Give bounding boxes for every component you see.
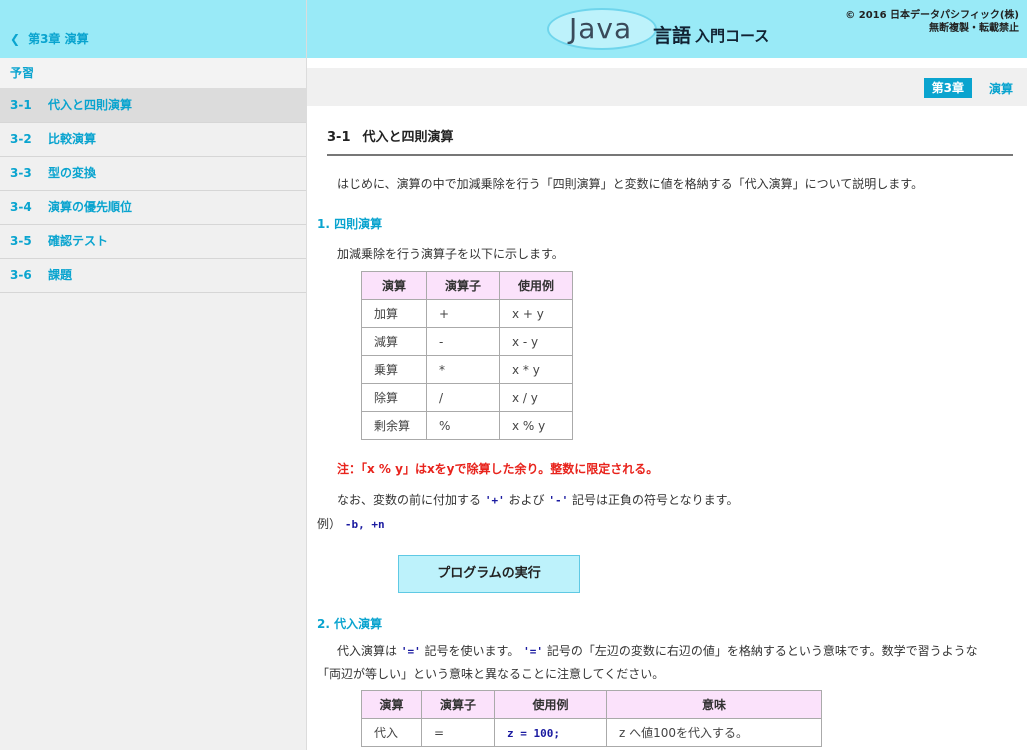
- arithmetic-operators-table: 演算 演算子 使用例 加算 + x + y 減算 - x - y 乗算 * x …: [361, 271, 573, 440]
- sign-example: 例） -b, +n: [317, 515, 385, 532]
- sign-text-mid: および: [504, 493, 549, 507]
- section1-description: 加減乗除を行う演算子を以下に示します。: [337, 247, 564, 261]
- table-cell: /: [426, 383, 500, 412]
- sidebar-item-label: 確認テスト: [48, 234, 109, 248]
- example-label: 例）: [317, 517, 342, 531]
- table-row: 剰余算 % x % y: [361, 411, 573, 440]
- table-cell: x / y: [499, 383, 573, 412]
- table-cell: x * y: [499, 355, 573, 384]
- table-cell: x % y: [499, 411, 573, 440]
- table-row: 減算 - x - y: [361, 327, 573, 356]
- desc-post: 記号の「左辺の変数に右辺の値」を格納するという意味です。数学で習うような: [543, 644, 978, 658]
- table-cell: 乗算: [361, 355, 427, 384]
- copyright-notice: © 2016 日本データパシフィック(株) 無断複製・転載禁止: [845, 9, 1019, 35]
- sidebar-item-number: 3-2: [10, 132, 32, 146]
- sidebar-item-number: 3-6: [10, 268, 32, 282]
- sidebar-item-label: 型の変換: [48, 166, 97, 180]
- code-example: z = 100;: [507, 726, 560, 740]
- remainder-note: 注：「x % y」はxをyで除算した余り。整数に限定される。: [337, 462, 659, 476]
- back-to-chapter-link[interactable]: ❮ 第3章 演算: [10, 30, 89, 47]
- sidebar: ❮ 第3章 演算 予習 3-1 代入と四則演算 3-2 比較演算 3-3 型の変換 3…: [0, 0, 307, 750]
- sidebar-item-3-1[interactable]: 3-1 代入と四則演算: [0, 89, 306, 123]
- sidebar-item-number: 3-5: [10, 234, 32, 248]
- table-cell: 代入: [361, 718, 422, 747]
- logo-course-text: 入門コース: [695, 27, 770, 45]
- sidebar-item-label: 比較演算: [48, 132, 97, 146]
- table-header-cell: 演算子: [426, 271, 500, 300]
- table-header-cell: 演算子: [421, 690, 495, 719]
- sidebar-item-3-3[interactable]: 3-3 型の変換: [0, 157, 306, 191]
- table-header-cell: 使用例: [499, 271, 573, 300]
- minus-symbol-code: '-': [548, 494, 569, 507]
- table-cell: 剰余算: [361, 411, 427, 440]
- main-content: 第3章 演算 3-1 代入と四則演算 はじめに、演算の中で加減乗除を行う「四則演算…: [307, 58, 1027, 750]
- desc-mid: 記号を使います。: [420, 644, 524, 658]
- course-logo: Java 言語 入門コース: [547, 8, 787, 50]
- table-cell: =: [421, 718, 495, 747]
- sidebar-item-number: 3-3: [10, 166, 32, 180]
- intro-paragraph: はじめに、演算の中で加減乗除を行う「四則演算」と変数に値を格納する「代入演算」に…: [337, 177, 924, 191]
- table-row: 乗算 * x * y: [361, 355, 573, 384]
- page-title-text: 代入と四則演算: [362, 130, 454, 145]
- table-cell: *: [426, 355, 500, 384]
- sign-explanation: なお、変数の前に付加する '+' および '-' 記号は正負の符号となります。: [337, 491, 738, 508]
- equals-symbol-code: '=': [523, 645, 544, 658]
- sidebar-item-3-4[interactable]: 3-4 演算の優先順位: [0, 191, 306, 225]
- table-header-cell: 演算: [361, 690, 422, 719]
- table-cell: x - y: [499, 327, 573, 356]
- sidebar-item-number: 3-4: [10, 200, 32, 214]
- sidebar-header: ❮ 第3章 演算: [0, 0, 306, 58]
- table-cell: 加算: [361, 299, 427, 328]
- chapter-name: 演算: [988, 82, 1013, 96]
- section-heading-assignment: 2. 代入演算: [317, 617, 383, 631]
- table-header-row: 演算 演算子 使用例 意味: [361, 690, 822, 719]
- sidebar-item-3-6[interactable]: 3-6 課題: [0, 259, 306, 293]
- logo-java-text: Java: [569, 12, 633, 45]
- chapter-badge: 第3章: [923, 78, 972, 98]
- table-cell: z = 100;: [494, 718, 607, 747]
- table-row: 加算 + x + y: [361, 299, 573, 328]
- copyright-line1: © 2016 日本データパシフィック(株): [845, 10, 1019, 21]
- table-header-row: 演算 演算子 使用例: [361, 271, 573, 300]
- table-row: 除算 / x / y: [361, 383, 573, 412]
- sidebar-item-label: 課題: [48, 268, 73, 282]
- site-header: Java 言語 入門コース © 2016 日本データパシフィック(株) 無断複製…: [307, 0, 1027, 58]
- table-cell: 除算: [361, 383, 427, 412]
- table-cell: +: [426, 299, 500, 328]
- sidebar-item-3-5[interactable]: 3-5 確認テスト: [0, 225, 306, 259]
- sidebar-item-3-2[interactable]: 3-2 比較演算: [0, 123, 306, 157]
- logo-gengo-text: 言語: [653, 25, 692, 47]
- chapter-bar: [307, 68, 1027, 106]
- section2-description-line2: 「両辺が等しい」という意味と異なることに注意してください。: [317, 667, 665, 681]
- table-header-cell: 使用例: [494, 690, 607, 719]
- section2-description-line1: 代入演算は '=' 記号を使います。 '=' 記号の「左辺の変数に右辺の値」を格…: [337, 642, 978, 659]
- desc-pre: 代入演算は: [337, 644, 401, 658]
- chevron-left-icon: ❮: [10, 31, 21, 46]
- run-program-button[interactable]: プログラムの実行: [398, 555, 580, 593]
- plus-symbol-code: '+': [484, 494, 505, 507]
- sign-text-post: 記号は正負の符号となります。: [568, 493, 739, 507]
- sidebar-section-preview[interactable]: 予習: [0, 58, 306, 89]
- sidebar-item-label: 代入と四則演算: [48, 98, 133, 112]
- table-cell: -: [426, 327, 500, 356]
- sign-text-pre: なお、変数の前に付加する: [337, 493, 485, 507]
- back-link-label: 第3章 演算: [28, 32, 89, 46]
- table-header-cell: 意味: [606, 690, 822, 719]
- table-header-cell: 演算: [361, 271, 427, 300]
- equals-symbol-code: '=': [400, 645, 421, 658]
- table-row: 代入 = z = 100; z へ値100を代入する。: [361, 718, 822, 747]
- table-cell: x + y: [499, 299, 573, 328]
- copyright-line2: 無断複製・転載禁止: [929, 23, 1019, 34]
- page-title-number: 3-1: [327, 130, 351, 145]
- section-heading-arithmetic: 1. 四則演算: [317, 217, 383, 231]
- sidebar-item-label: 演算の優先順位: [48, 200, 133, 214]
- table-cell: %: [426, 411, 500, 440]
- assignment-operators-table: 演算 演算子 使用例 意味 代入 = z = 100; z へ値100を代入する…: [361, 690, 822, 747]
- page-title: 3-1 代入と四則演算: [327, 126, 1013, 156]
- sidebar-item-number: 3-1: [10, 98, 32, 112]
- example-code: -b, +n: [344, 518, 385, 531]
- table-cell: 減算: [361, 327, 427, 356]
- table-cell: z へ値100を代入する。: [606, 718, 822, 747]
